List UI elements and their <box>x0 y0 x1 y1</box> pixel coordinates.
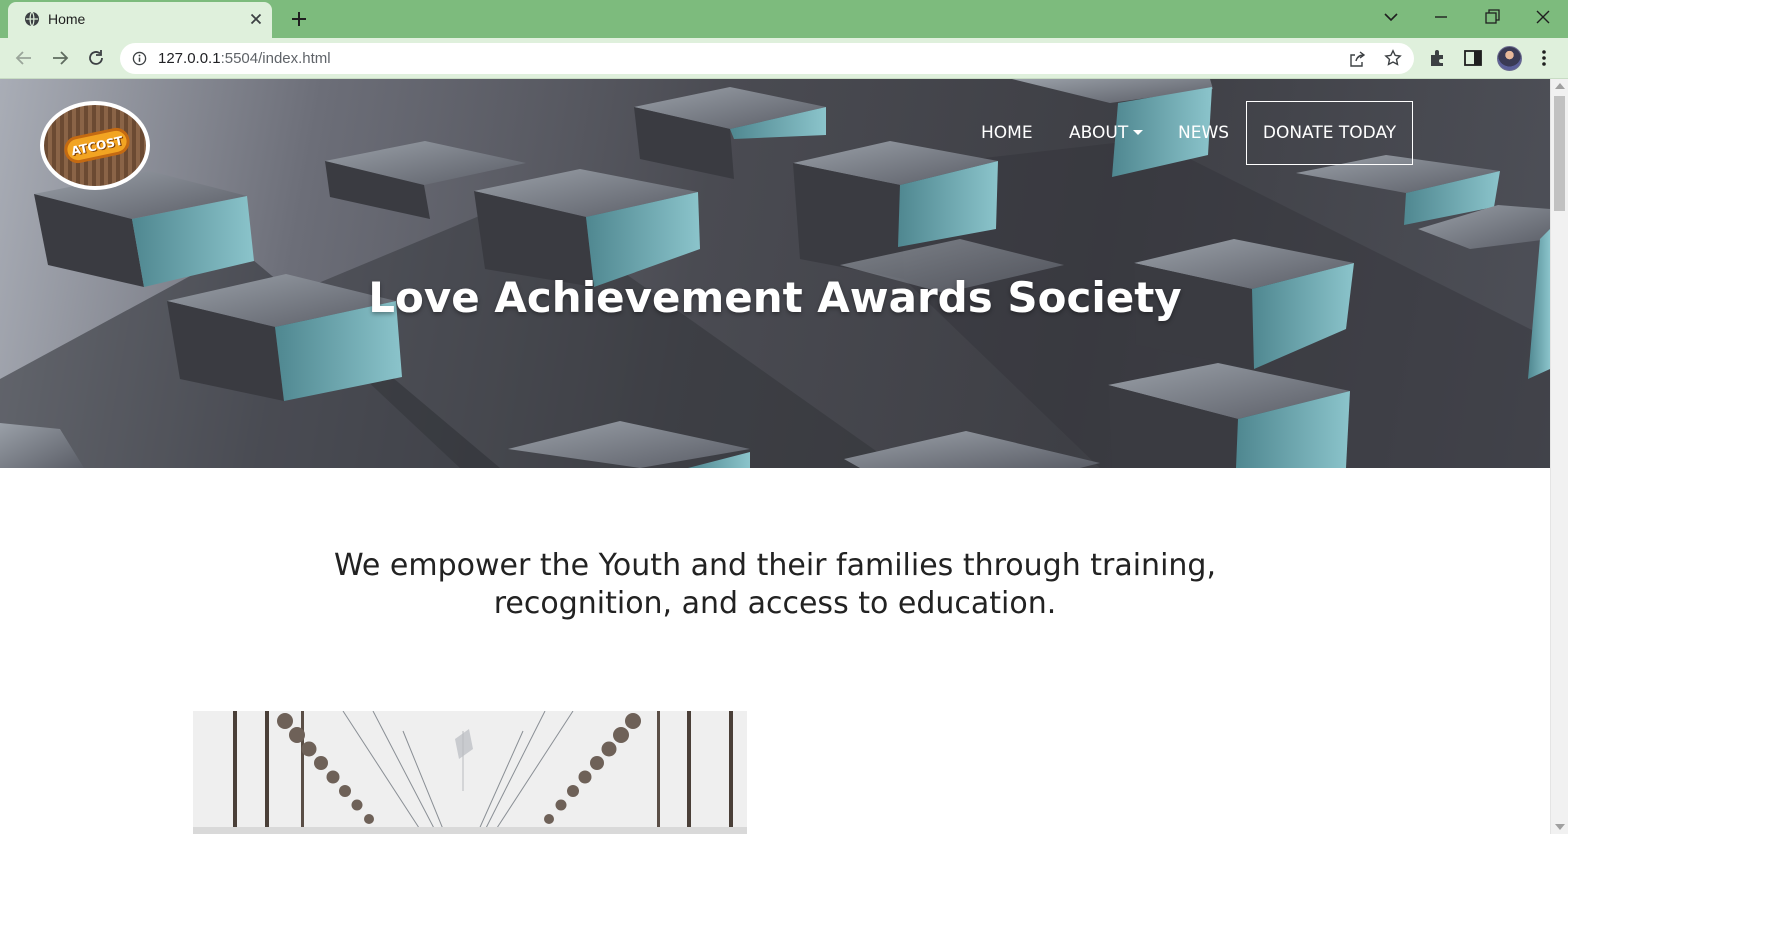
bookmark-star-icon[interactable] <box>1384 49 1402 67</box>
restore-icon[interactable] <box>1481 6 1503 28</box>
browser-tab-home[interactable]: Home <box>8 2 272 38</box>
minimize-icon[interactable] <box>1430 6 1452 28</box>
new-tab-icon[interactable] <box>288 8 310 30</box>
url-text[interactable]: 127.0.0.1:5504/index.html <box>158 50 331 67</box>
tab-title: Home <box>48 11 86 27</box>
scrollbar-thumb[interactable] <box>1554 96 1565 211</box>
donate-button[interactable]: DONATE TODAY <box>1246 101 1413 165</box>
bridge-image <box>193 711 747 834</box>
page-viewport: ATCOST HOME ABOUT NEWS DONATE TODAY Love… <box>0 79 1550 834</box>
close-tab-icon[interactable] <box>248 11 264 27</box>
nav-home[interactable]: HOME <box>981 123 1033 143</box>
side-panel-icon[interactable] <box>1462 47 1484 69</box>
logo-text: ATCOST <box>69 133 125 158</box>
site-logo[interactable]: ATCOST <box>40 101 150 190</box>
page-scrollbar[interactable] <box>1550 79 1568 834</box>
scroll-down-arrow-icon[interactable] <box>1555 824 1565 830</box>
browser-toolbar: 127.0.0.1:5504/index.html <box>0 38 1568 79</box>
hero-banner: ATCOST HOME ABOUT NEWS DONATE TODAY Love… <box>0 79 1550 468</box>
tab-search-icon[interactable] <box>1380 6 1402 28</box>
reload-icon[interactable] <box>85 47 107 69</box>
close-window-icon[interactable] <box>1532 6 1554 28</box>
caret-down-icon <box>1133 130 1144 135</box>
extensions-icon[interactable] <box>1427 47 1449 69</box>
forward-icon[interactable] <box>49 47 71 69</box>
back-icon[interactable] <box>13 47 35 69</box>
mission-statement: We empower the Youth and their families … <box>333 548 1216 621</box>
bridge-photo <box>193 711 747 834</box>
globe-icon <box>25 11 39 27</box>
logo-badge: ATCOST <box>61 125 133 166</box>
more-menu-icon[interactable] <box>1533 47 1555 69</box>
nav-news[interactable]: NEWS <box>1178 123 1229 143</box>
profile-avatar[interactable] <box>1497 46 1522 71</box>
scroll-up-arrow-icon[interactable] <box>1555 83 1565 89</box>
logo-image: ATCOST <box>44 105 146 186</box>
address-bar[interactable]: 127.0.0.1:5504/index.html <box>120 43 1414 74</box>
hero-title: Love Achievement Awards Society <box>368 273 1182 322</box>
nav-about[interactable]: ABOUT <box>1069 123 1144 143</box>
nav-about-label: ABOUT <box>1069 123 1129 143</box>
site-info-icon[interactable] <box>132 51 147 66</box>
share-icon[interactable] <box>1348 50 1366 68</box>
browser-tab-strip: Home <box>0 0 1568 38</box>
